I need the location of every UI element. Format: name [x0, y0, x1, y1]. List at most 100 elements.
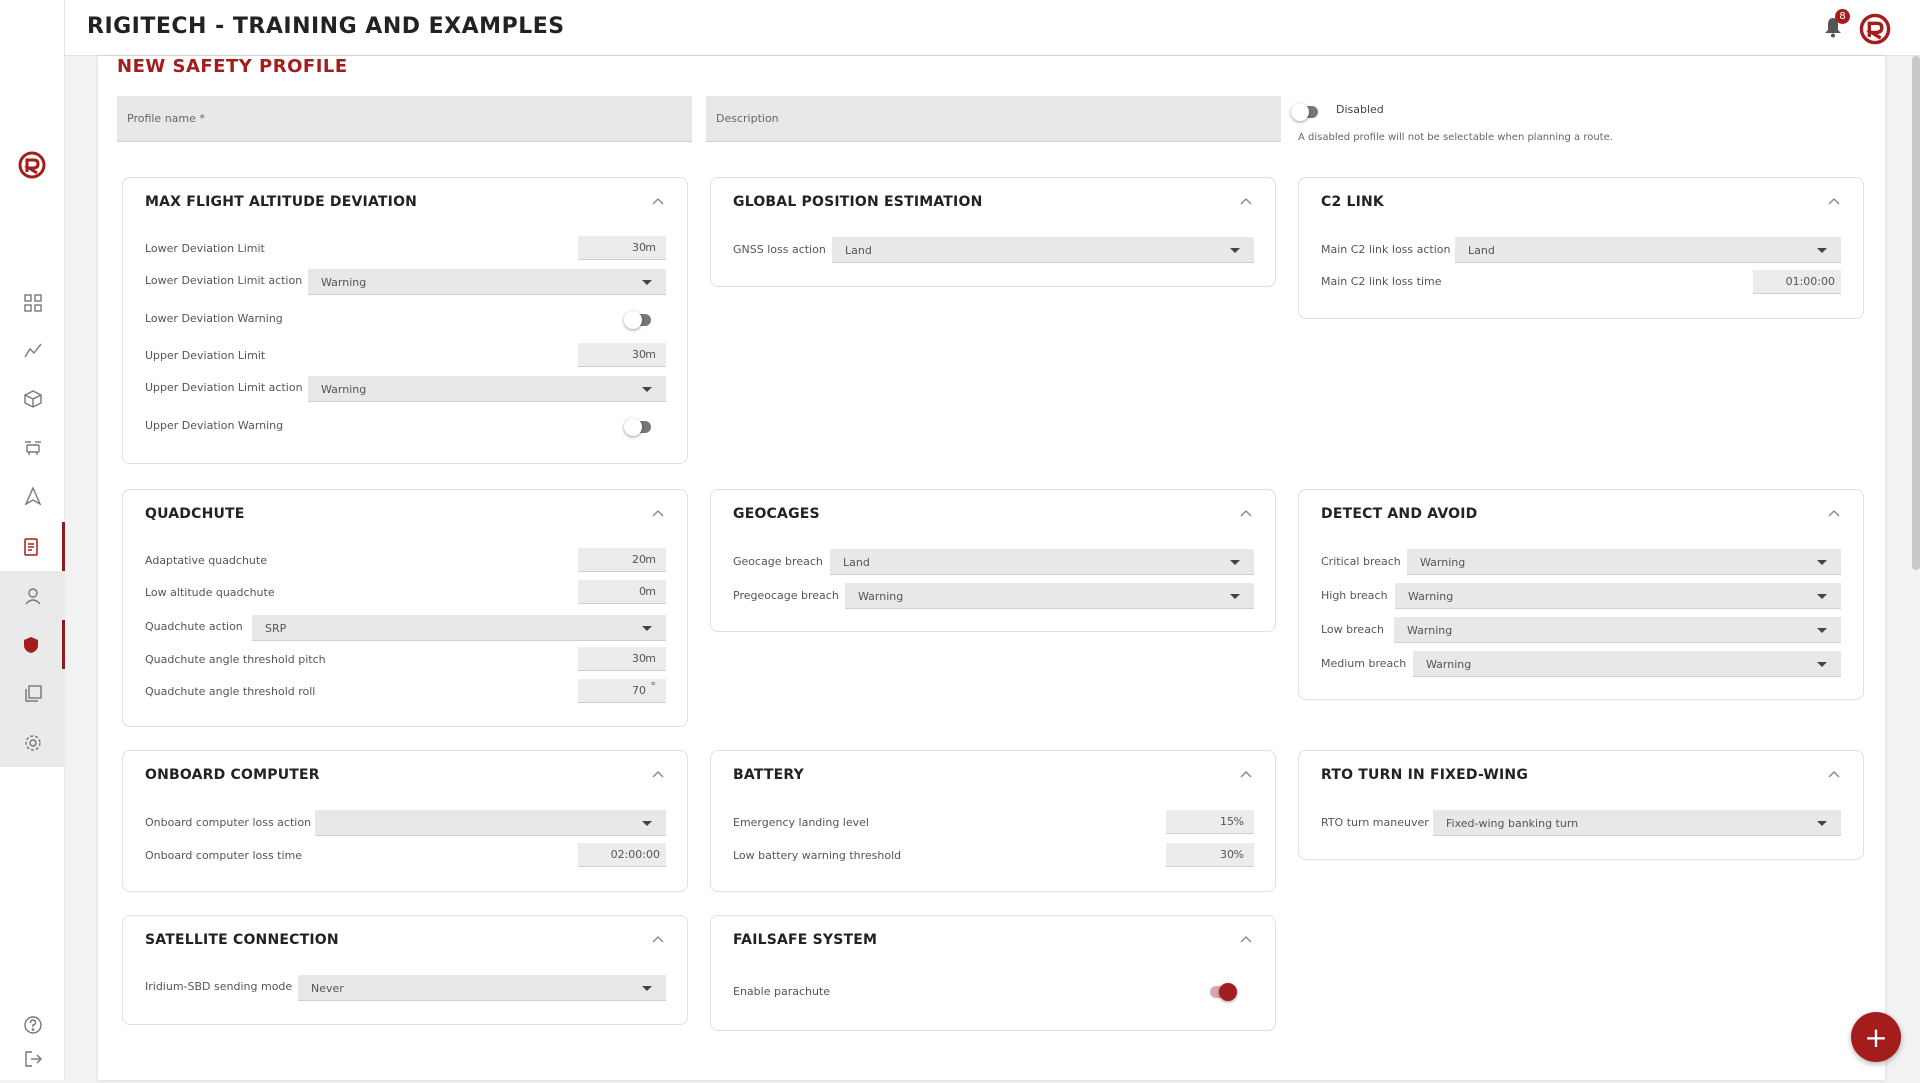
quadchute-pitch-label: Quadchute angle threshold pitch [145, 653, 326, 666]
chevron-up-icon[interactable] [1827, 769, 1841, 779]
emergency-landing-label: Emergency landing level [733, 816, 869, 829]
chevron-up-icon[interactable] [651, 934, 665, 944]
select-value: Land [1468, 244, 1495, 257]
caret-down-icon [642, 986, 652, 991]
pregeocage-breach-label: Pregeocage breach [733, 589, 839, 602]
nav-safety-profiles[interactable] [0, 620, 65, 669]
obc-loss-time-input[interactable]: 02:00:00 [578, 843, 666, 867]
input-value: 70 [632, 684, 646, 697]
lower-deviation-action-label: Lower Deviation Limit action [145, 274, 303, 287]
gnss-loss-action-select[interactable]: Land [832, 237, 1254, 263]
iridium-mode-label: Iridium-SBD sending mode [145, 980, 293, 993]
obc-loss-action-select[interactable] [315, 810, 666, 836]
iridium-mode-select[interactable]: Never [298, 975, 666, 1001]
nav-navigation[interactable] [0, 471, 65, 520]
chevron-up-icon[interactable] [651, 508, 665, 518]
nav-drones[interactable] [0, 423, 65, 472]
emergency-landing-input[interactable]: 15% [1166, 810, 1254, 834]
low-breach-select[interactable]: Warning [1394, 617, 1841, 643]
disabled-toggle[interactable] [1291, 103, 1318, 121]
shield-icon [24, 636, 38, 653]
nav-packages[interactable] [0, 374, 65, 423]
obc-loss-time-label: Onboard computer loss time [145, 849, 303, 862]
chevron-up-icon[interactable] [1239, 508, 1253, 518]
pregeocage-breach-select[interactable]: Warning [845, 583, 1254, 609]
high-breach-select[interactable]: Warning [1395, 583, 1841, 609]
nav-settings[interactable] [0, 718, 65, 767]
nav-users[interactable] [0, 571, 65, 620]
rto-maneuver-select[interactable]: Fixed-wing banking turn [1433, 810, 1841, 836]
input-value: 20 [632, 553, 646, 566]
upper-deviation-action-select[interactable]: Warning [308, 376, 666, 402]
onboard-computer-card: ONBOARD COMPUTER Onboard computer loss a… [122, 750, 688, 892]
critical-breach-select[interactable]: Warning [1407, 549, 1841, 575]
rigitech-logo-icon[interactable] [17, 150, 47, 180]
unit: m [645, 553, 656, 566]
high-breach-label: High breach [1321, 589, 1388, 602]
chevron-up-icon[interactable] [651, 196, 665, 206]
navigation-arrow-icon [24, 485, 41, 506]
caret-down-icon [642, 387, 652, 392]
card-title: SATELLITE CONNECTION [145, 932, 339, 948]
quadchute-roll-input[interactable]: 70 ° [578, 679, 666, 703]
add-button[interactable]: + [1851, 1012, 1901, 1062]
user-icon [24, 587, 41, 604]
chevron-up-icon[interactable] [651, 769, 665, 779]
c2-loss-action-select[interactable]: Land [1455, 237, 1841, 263]
input-value: 30 [632, 241, 646, 254]
low-battery-label: Low battery warning threshold [733, 849, 902, 862]
select-value: Warning [858, 590, 904, 603]
card-title: MAX FLIGHT ALTITUDE DEVIATION [145, 194, 418, 210]
select-value: Never [311, 982, 344, 995]
chevron-up-icon[interactable] [1827, 196, 1841, 206]
enable-parachute-toggle[interactable] [1210, 983, 1237, 1001]
profile-name-field[interactable]: Profile name * [117, 96, 692, 142]
chevron-up-icon[interactable] [1239, 196, 1253, 206]
medium-breach-select[interactable]: Warning [1413, 651, 1841, 677]
card-title: QUADCHUTE [145, 506, 245, 522]
nav-library[interactable] [0, 669, 65, 718]
lower-deviation-limit-input[interactable]: 30 m [578, 236, 666, 260]
main-content: NEW SAFETY PROFILE Profile name * Descri… [98, 56, 1885, 1080]
low-altitude-quadchute-input[interactable]: 0m [578, 580, 666, 604]
quadchute-pitch-input[interactable]: 30 m [578, 647, 666, 671]
chevron-up-icon[interactable] [1239, 934, 1253, 944]
rigitech-logo-icon[interactable] [1858, 12, 1892, 46]
scrollbar[interactable] [1912, 56, 1920, 570]
caret-down-icon [642, 280, 652, 285]
battery-card: BATTERY Emergency landing level 15% Low … [710, 750, 1276, 892]
unit: % [1233, 848, 1244, 861]
upper-deviation-action-label: Upper Deviation Limit action [145, 381, 303, 394]
upper-deviation-limit-input[interactable]: 30 m [578, 343, 666, 367]
library-icon [24, 684, 42, 702]
low-battery-input[interactable]: 30% [1166, 843, 1254, 867]
top-bar: RIGITECH - TRAINING AND EXAMPLES 8 [65, 0, 1920, 56]
description-field[interactable]: Description [706, 96, 1281, 142]
chevron-up-icon[interactable] [1239, 769, 1253, 779]
caret-down-icon [642, 821, 652, 826]
quadchute-action-select[interactable]: SRP [252, 615, 666, 641]
caret-down-icon [1817, 594, 1827, 599]
caret-down-icon [1817, 248, 1827, 253]
geocage-breach-select[interactable]: Land [830, 549, 1254, 575]
caret-down-icon [1230, 248, 1240, 253]
card-title: FAILSAFE SYSTEM [733, 932, 878, 948]
nav-logout[interactable] [0, 1034, 65, 1083]
upper-deviation-warning-toggle[interactable] [624, 418, 651, 436]
nav-analytics[interactable] [0, 325, 65, 374]
card-title: C2 LINK [1321, 194, 1384, 210]
card-title: GLOBAL POSITION ESTIMATION [733, 194, 983, 210]
nav-documents[interactable] [0, 522, 65, 571]
altitude-card: MAX FLIGHT ALTITUDE DEVIATION Lower Devi… [122, 177, 688, 464]
adaptive-quadchute-input[interactable]: 20 m [578, 548, 666, 572]
nav-dashboard[interactable] [0, 278, 65, 327]
lower-deviation-limit-label: Lower Deviation Limit [145, 242, 265, 255]
unit: ° [650, 680, 657, 693]
chevron-up-icon[interactable] [1827, 508, 1841, 518]
lower-deviation-action-select[interactable]: Warning [308, 269, 666, 295]
lower-deviation-warning-toggle[interactable] [624, 311, 651, 329]
medium-breach-label: Medium breach [1321, 657, 1407, 670]
select-value: SRP [265, 622, 287, 635]
input-value: 30 [632, 652, 646, 665]
c2-loss-time-input[interactable]: 01:00:00 [1753, 270, 1841, 294]
